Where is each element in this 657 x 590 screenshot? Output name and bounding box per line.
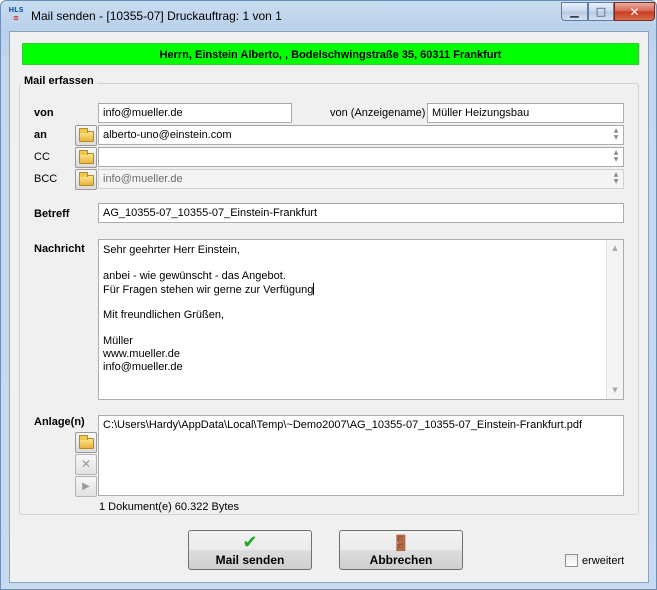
close-icon: ✕: [629, 4, 640, 19]
message-line: [103, 296, 601, 309]
folder-open-icon: [79, 435, 94, 449]
subject-input[interactable]: AG_10355-07_10355-07_Einstein-Frankfurt: [98, 203, 624, 223]
scroll-down-icon[interactable]: ▼: [607, 382, 623, 399]
folder-open-icon: [79, 172, 94, 186]
message-line: info@mueller.de: [103, 361, 183, 373]
attachment-remove-button[interactable]: ✕: [75, 454, 97, 475]
app-logo-icon: HLS ≡: [7, 6, 25, 24]
cc-browse-button[interactable]: [75, 147, 97, 168]
cancel-button[interactable]: 🚪 Abbrechen: [339, 530, 463, 570]
app-logo-text: HLS: [8, 6, 24, 14]
message-line: Für Fragen stehen wir gerne zur Verfügun…: [103, 284, 314, 296]
cancel-label: Abbrechen: [369, 553, 433, 567]
message-scrollbar[interactable]: ▲ ▼: [606, 240, 623, 399]
scroll-up-icon[interactable]: ▲: [607, 240, 623, 257]
from-label: von: [34, 107, 54, 119]
message-textarea[interactable]: Sehr geehrter Herr Einstein, anbei - wie…: [98, 239, 624, 400]
send-mail-button[interactable]: ✔ Mail senden: [188, 530, 312, 570]
message-line: Sehr geehrter Herr Einstein,: [103, 244, 240, 256]
checkmark-icon: ✔: [242, 532, 258, 553]
folder-open-icon: [79, 128, 94, 142]
folder-open-icon: [79, 150, 94, 164]
to-label: an: [34, 129, 47, 141]
window-title: Mail senden - [10355-07] Druckauftrag: 1…: [31, 9, 282, 23]
subject-label: Betreff: [34, 208, 70, 220]
attachments-summary: 1 Dokument(e) 60.322 Bytes: [99, 501, 240, 513]
group-title: Mail erfassen: [21, 75, 97, 87]
bcc-label: BCC: [34, 173, 58, 185]
bcc-browse-button[interactable]: [75, 169, 97, 190]
bcc-spin-icon: ▲ ▼: [613, 171, 619, 185]
message-line: [103, 257, 601, 270]
from-email-input[interactable]: info@mueller.de: [98, 103, 292, 123]
bcc-input[interactable]: info@mueller.de ▲ ▼: [98, 169, 624, 189]
bcc-value: info@mueller.de: [103, 173, 183, 185]
play-icon: ▶: [82, 481, 90, 492]
to-input[interactable]: alberto-uno@einstein.com ▲ ▼: [98, 125, 624, 145]
to-value: alberto-uno@einstein.com: [103, 129, 232, 141]
recipient-address-bar: Herrn, Einstein Alberto, , Bodelschwings…: [22, 43, 639, 65]
minimize-button[interactable]: ▁: [561, 2, 588, 21]
message-line: Müller: [103, 335, 133, 347]
message-line: [103, 322, 601, 335]
mail-send-window: HLS ≡ Mail senden - [10355-07] Druckauft…: [0, 0, 657, 590]
app-logo-mark: ≡: [13, 14, 19, 22]
remove-icon: ✕: [80, 457, 92, 471]
maximize-icon: □: [595, 5, 607, 18]
cc-label: CC: [34, 151, 50, 163]
attachment-open-button[interactable]: ▶: [75, 476, 97, 497]
message-label: Nachricht: [34, 243, 85, 255]
message-line: www.mueller.de: [103, 348, 181, 360]
cc-input[interactable]: ▲ ▼: [98, 147, 624, 167]
display-name-label: von (Anzeigename): [330, 107, 426, 119]
message-line-with-caret: Für Fragen stehen wir gerne zur Verfügun…: [103, 283, 601, 296]
title-bar[interactable]: HLS ≡ Mail senden - [10355-07] Druckauft…: [1, 1, 656, 31]
maximize-button[interactable]: □: [588, 2, 614, 21]
attachment-add-button[interactable]: [75, 432, 97, 453]
minimize-icon: ▁: [570, 5, 579, 18]
send-mail-label: Mail senden: [215, 553, 285, 567]
message-line: Mit freundlichen Grüßen,: [103, 309, 225, 321]
exit-door-icon: 🚪: [391, 534, 411, 552]
extended-checkbox[interactable]: [565, 554, 578, 567]
dialog-body: Herrn, Einstein Alberto, , Bodelschwings…: [9, 31, 649, 583]
attachments-list[interactable]: C:\Users\Hardy\AppData\Local\Temp\~Demo2…: [98, 415, 624, 496]
to-browse-button[interactable]: [75, 125, 97, 146]
close-button[interactable]: ✕: [614, 2, 655, 21]
attachments-label: Anlage(n): [34, 416, 85, 428]
display-name-input[interactable]: Müller Heizungsbau: [427, 103, 624, 123]
cc-spin-icon: ▲ ▼: [613, 149, 619, 163]
extended-label: erweitert: [582, 555, 625, 567]
message-line: anbei - wie gewünscht - das Angebot.: [103, 270, 286, 282]
attachment-item[interactable]: C:\Users\Hardy\AppData\Local\Temp\~Demo2…: [103, 419, 619, 432]
text-caret: [313, 283, 315, 295]
to-spin-icon: ▲ ▼: [613, 127, 619, 141]
